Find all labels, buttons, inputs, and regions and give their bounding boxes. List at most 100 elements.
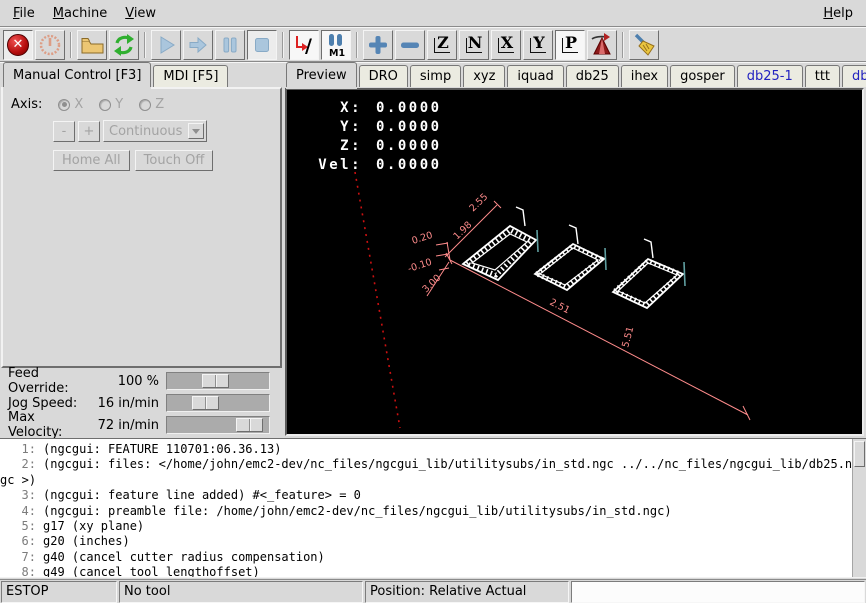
svg-text:-0.10: -0.10: [407, 257, 434, 275]
gcode-row: 3:(ngcgui: feature line added) #<_featur…: [0, 488, 866, 503]
gcode-line-number: 7:: [0, 550, 36, 565]
tool-mark-1: [537, 230, 538, 252]
gcode-row: 2:(ngcgui: files: </home/john/emc2-dev/n…: [0, 457, 866, 472]
slider-label: Max Velocity:: [0, 410, 92, 440]
tab-manual-control-f3-[interactable]: Manual Control [F3]: [3, 62, 151, 87]
preview-wrap: 0.20 -0.10 2.55 1.98 3.00 2.51 5.51 X: 0.…: [285, 88, 864, 436]
open-file-button[interactable]: [77, 30, 107, 60]
estop-button[interactable]: ✕: [3, 30, 33, 60]
slider-trough[interactable]: [166, 394, 270, 412]
view-z-button[interactable]: Z: [427, 30, 457, 60]
toolbar-separator: [282, 32, 284, 58]
axis-main-window: FileMachineView Help ✕: [0, 0, 866, 603]
manual-control-panel: Manual Control [F3]MDI [F5] Axis: XYZ - …: [0, 62, 283, 438]
run-button[interactable]: [151, 30, 181, 60]
axis-radio-y[interactable]: [99, 99, 111, 111]
view-z2-label: N: [468, 33, 483, 52]
radio-dot: [62, 102, 67, 107]
axis-radio-x[interactable]: [58, 99, 70, 111]
menu-help[interactable]: Help: [814, 2, 862, 25]
stop-button[interactable]: [247, 30, 277, 60]
slider-trough[interactable]: [166, 416, 270, 434]
gcode-line-number: 4:: [0, 504, 36, 519]
combo-arrow-button[interactable]: [188, 123, 204, 139]
slider-row-max-velocity-: Max Velocity:72 in/min: [0, 414, 283, 436]
menu-bar: FileMachineView Help: [0, 0, 866, 27]
optional-stop-toggle[interactable]: M1: [321, 30, 351, 60]
gcode-line-text: g49 (cancel tool lengthoffset): [43, 565, 260, 578]
machine-power-button[interactable]: [35, 30, 65, 60]
pause-button[interactable]: [215, 30, 245, 60]
tab-db25-1[interactable]: db25-1: [737, 65, 803, 87]
toolbar-separator: [70, 32, 72, 58]
preview-canvas[interactable]: 0.20 -0.10 2.55 1.98 3.00 2.51 5.51 X: 0.…: [285, 88, 864, 436]
home-all-button[interactable]: Home All: [53, 150, 130, 171]
reload-button[interactable]: [109, 30, 139, 60]
gcode-row: 6:g20 (inches): [0, 534, 866, 549]
slider-handle[interactable]: [202, 374, 229, 388]
tab-gosper[interactable]: gosper: [670, 65, 735, 87]
zoom-in-icon: [367, 34, 389, 56]
tab-preview[interactable]: Preview: [286, 62, 357, 87]
menu-view[interactable]: View: [116, 2, 165, 25]
jog-minus-button[interactable]: -: [53, 121, 75, 142]
gcode-line-text: g40 (cancel cutter radius compensation): [43, 550, 325, 565]
zoom-out-button[interactable]: [395, 30, 425, 60]
clear-plot-button[interactable]: [629, 30, 659, 60]
slider-label: Feed Override:: [0, 366, 92, 396]
tab-mdi-f5-[interactable]: MDI [F5]: [153, 65, 228, 87]
tab-ihex[interactable]: ihex: [621, 65, 668, 87]
menu-machine[interactable]: Machine: [44, 2, 116, 25]
menu-file[interactable]: File: [4, 2, 44, 25]
view-p-button[interactable]: P: [555, 30, 585, 60]
axis-row: Axis: XYZ: [11, 97, 274, 112]
gcode-scrollbar-thumb[interactable]: [854, 441, 865, 467]
block-delete-toggle[interactable]: /: [289, 30, 319, 60]
readout-row-y: Y:0.0000: [300, 118, 442, 137]
tab-xyz[interactable]: xyz: [463, 65, 505, 87]
tab-ttt[interactable]: ttt: [805, 65, 840, 87]
readout-label: X:: [300, 99, 362, 118]
gcode-row: 8: g49 (cancel tool lengthoffset): [0, 565, 866, 578]
block-delete-icon: /: [291, 32, 317, 58]
axis-radio-label-y: Y: [115, 97, 123, 112]
jog-mode-combobox[interactable]: Continuous: [103, 120, 207, 142]
jog-plus-button[interactable]: +: [78, 121, 100, 142]
axis-radio-z[interactable]: [139, 99, 151, 111]
slider-section: Feed Override:100 %Jog Speed:16 in/minMa…: [0, 370, 283, 436]
pocket-3: [613, 239, 683, 308]
jog-mode-value: Continuous: [109, 124, 182, 139]
svg-text:5.51: 5.51: [620, 325, 636, 348]
zoom-in-button[interactable]: [363, 30, 393, 60]
slider-handle[interactable]: [192, 396, 219, 410]
slider-trough[interactable]: [166, 372, 270, 390]
tab-simp[interactable]: simp: [410, 65, 461, 87]
left-tab-bar: Manual Control [F3]MDI [F5]: [0, 62, 283, 87]
touch-off-button[interactable]: Touch Off: [135, 150, 214, 171]
view-x-button[interactable]: X: [491, 30, 521, 60]
readout-value: 0.0000: [376, 118, 442, 137]
view-z2-button[interactable]: N: [459, 30, 489, 60]
gcode-listing[interactable]: 1:(ngcgui: FEATURE 110701:06.36.13)2:(ng…: [0, 438, 866, 578]
tab-db25-2[interactable]: db25-2: [842, 65, 866, 87]
readout-value: 0.0000: [376, 156, 442, 175]
gcode-row: 7: g40 (cancel cutter radius compensation…: [0, 550, 866, 565]
gcode-line-number: 8:: [0, 565, 36, 578]
tab-dro[interactable]: DRO: [359, 65, 408, 87]
view-y-button[interactable]: Y: [523, 30, 553, 60]
rotate-view-button[interactable]: [587, 30, 617, 60]
dimension-labels: 0.20 -0.10 2.55 1.98 3.00 2.51 5.51: [407, 192, 637, 349]
home-row: Home All Touch Off: [53, 150, 274, 171]
tab-db25[interactable]: db25: [566, 65, 619, 87]
slider-label: Jog Speed:: [0, 396, 92, 411]
step-button[interactable]: [183, 30, 213, 60]
tool-mark-3: [684, 262, 685, 286]
pocket-2: [535, 225, 604, 290]
gcode-scrollbar[interactable]: [852, 439, 866, 577]
tab-iquad[interactable]: iquad: [507, 65, 563, 87]
axis-label: Axis:: [11, 97, 42, 112]
gcode-row: 5:g17 (xy plane): [0, 519, 866, 534]
slider-handle[interactable]: [236, 418, 263, 432]
optional-stop-icon: M1: [323, 32, 349, 58]
readout-label: Z:: [300, 137, 362, 156]
